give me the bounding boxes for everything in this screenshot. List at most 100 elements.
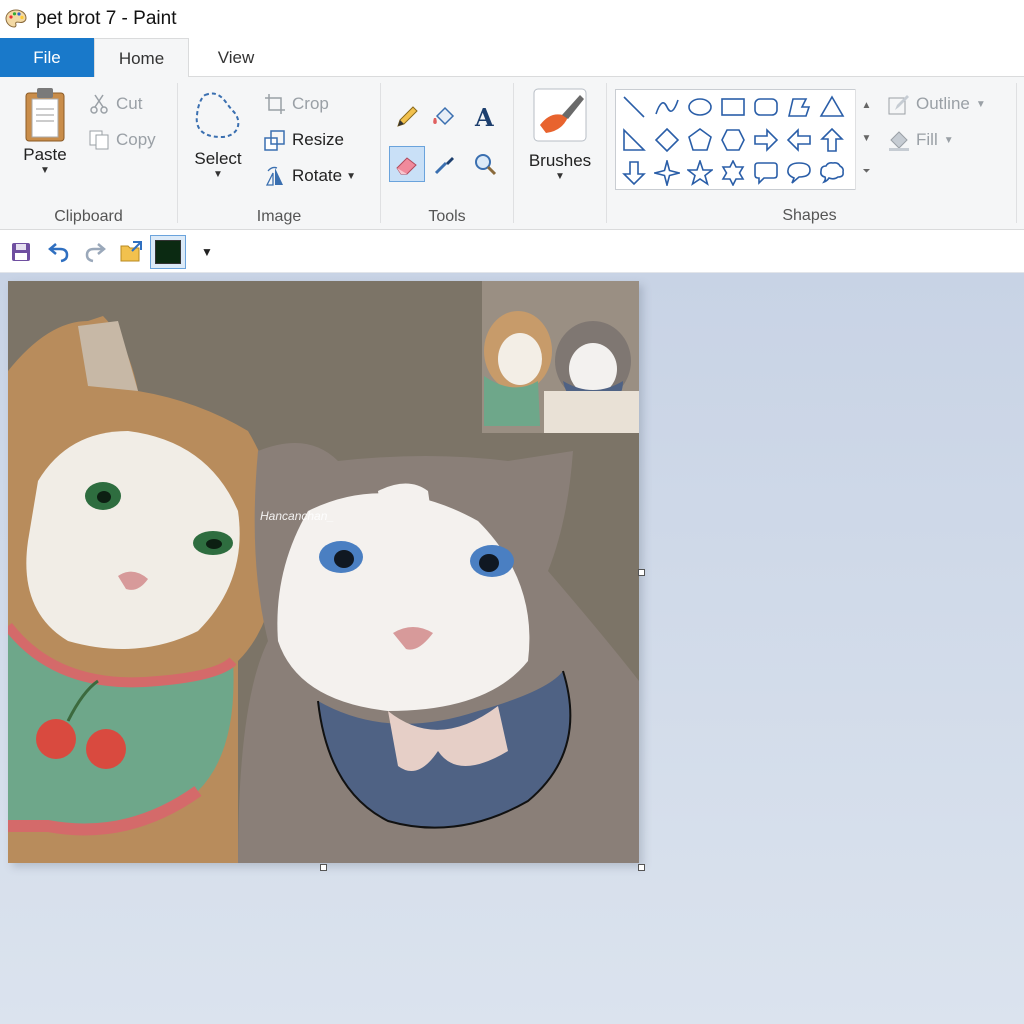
paste-button[interactable]: Paste ▼ [14,85,76,176]
pencil-tool[interactable] [389,99,425,135]
rotate-icon [262,163,288,189]
clipboard-group: Paste ▼ Cut Copy Clipboard [0,77,177,230]
customize-toolbar-dropdown-icon[interactable]: ▼ [192,237,222,267]
image-group: Select ▼ Crop Resize Rotate ▼ Image [178,77,380,230]
brushes-button[interactable]: Brushes ▼ [522,87,598,182]
rectangle-shape-icon[interactable] [717,91,749,123]
magnifier-icon [475,154,497,176]
resize-handle-bottom[interactable] [320,864,327,871]
copy-button[interactable]: Copy [86,126,156,154]
crop-button[interactable]: Crop [262,90,329,118]
oval-shape-icon[interactable] [684,91,716,123]
right-triangle-shape-icon[interactable] [618,124,650,156]
color-picker-tool[interactable] [427,146,463,182]
redo-button[interactable] [80,237,110,267]
cut-label: Cut [116,94,143,113]
fill-button[interactable]: Fill ▼ [886,126,954,154]
triangle-shape-icon[interactable] [816,91,848,123]
fill-dropdown-icon[interactable]: ▼ [944,135,954,146]
tab-file[interactable]: File [0,38,94,77]
paste-dropdown-icon[interactable]: ▼ [40,165,50,176]
brushes-group: Brushes ▼ [514,77,606,230]
fill-bucket-icon [886,127,912,153]
tab-view[interactable]: View [189,38,283,77]
outline-dropdown-icon[interactable]: ▼ [976,99,986,110]
pentagon-shape-icon[interactable] [684,124,716,156]
pencil-icon [397,106,418,127]
text-icon: A [474,104,494,130]
eraser-tool[interactable] [389,146,425,182]
rotate-label: Rotate [292,166,343,185]
title-bar: pet brot 7 - Paint [0,0,1024,38]
ribbon-divider [1016,83,1017,223]
fill-tool[interactable] [427,99,463,135]
hexagon-shape-icon[interactable] [717,124,749,156]
tab-home[interactable]: Home [94,38,189,78]
shapes-gallery-scrollbar[interactable]: ▲ ▼ ⏷ [855,89,877,190]
six-point-star-shape-icon[interactable] [717,157,749,189]
select-button[interactable]: Select ▼ [186,89,250,180]
oval-callout-shape-icon[interactable] [783,157,815,189]
clipboard-icon [25,88,65,142]
cloud-callout-shape-icon[interactable] [816,157,848,189]
gallery-scroll-up-icon[interactable]: ▲ [856,89,877,122]
canvas-workspace: Hancanchan_ [0,273,1024,1024]
paint-palette-icon [5,9,27,28]
gallery-expand-icon[interactable]: ⏷ [856,155,877,188]
brush-icon [533,88,587,142]
svg-text:A: A [474,104,494,130]
undo-icon [48,243,69,263]
rounded-rectangular-callout-shape-icon[interactable] [750,157,782,189]
folder-arrow-icon [120,241,142,262]
text-tool[interactable]: A [467,99,503,135]
resize-handle-right[interactable] [638,569,645,576]
paint-bucket-icon [433,106,455,126]
save-icon [12,243,30,261]
copy-label: Copy [116,130,156,149]
left-arrow-shape-icon[interactable] [783,124,815,156]
rounded-rectangle-shape-icon[interactable] [750,91,782,123]
drawing-canvas[interactable]: Hancanchan_ [8,281,639,863]
four-point-star-shape-icon[interactable] [651,157,683,189]
cut-button[interactable]: Cut [86,90,142,118]
gallery-scroll-down-icon[interactable]: ▼ [856,122,877,155]
ribbon-tabs: File Home View [0,38,1024,78]
resize-label: Resize [292,130,344,149]
clipboard-group-label: Clipboard [54,208,123,225]
line-shape-icon[interactable] [618,91,650,123]
up-arrow-shape-icon[interactable] [816,124,848,156]
undo-button[interactable] [44,237,74,267]
artist-signature: Hancanchan_ [260,509,335,523]
diamond-shape-icon[interactable] [651,124,683,156]
five-point-star-shape-icon[interactable] [684,157,716,189]
shapes-group-label: Shapes [782,207,837,224]
magnifier-tool[interactable] [467,146,503,182]
right-arrow-shape-icon[interactable] [750,124,782,156]
curve-shape-icon[interactable] [651,91,683,123]
rotate-button[interactable]: Rotate ▼ [262,162,356,190]
down-arrow-shape-icon[interactable] [618,157,650,189]
polygon-shape-icon[interactable] [783,91,815,123]
open-folder-button[interactable] [116,237,146,267]
scissors-icon [86,91,112,117]
image-group-label: Image [256,208,302,225]
outline-button[interactable]: Outline ▼ [886,90,986,118]
window-title: pet brot 7 - Paint [36,8,177,29]
color-swatch-button[interactable] [150,235,186,269]
brushes-label: Brushes [528,151,592,170]
save-button[interactable] [6,237,36,267]
select-label: Select [194,149,242,168]
crop-icon [262,91,288,117]
brushes-dropdown-icon[interactable]: ▼ [555,171,565,182]
redo-icon [85,243,106,263]
tools-group: A Tools [381,77,513,230]
select-dropdown-icon[interactable]: ▼ [213,169,223,180]
rotate-dropdown-icon[interactable]: ▼ [346,171,356,182]
free-form-select-icon [195,92,240,139]
paste-label: Paste [23,145,67,164]
cat-artwork-illustration [8,281,639,863]
copy-icon [86,127,112,153]
resize-icon [262,127,288,153]
resize-button[interactable]: Resize [262,126,344,154]
resize-handle-corner[interactable] [638,864,645,871]
